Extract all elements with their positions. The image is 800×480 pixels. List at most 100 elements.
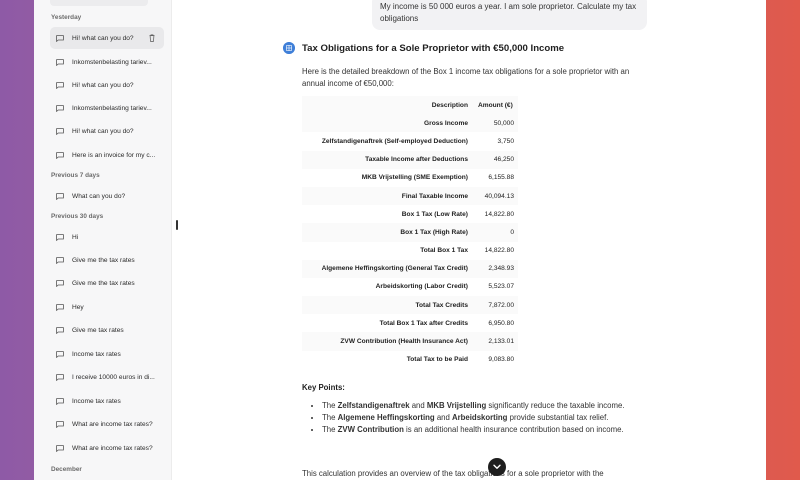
- chat-bubble-icon: [56, 279, 64, 287]
- row-amount: 40,094.13: [484, 192, 514, 200]
- table-row: Algemene Heffingskorting (General Tax Cr…: [302, 259, 518, 278]
- row-amount: 9,083.80: [488, 356, 514, 364]
- table-row: Total Box 1 Tax after Credits 6,950.80: [302, 314, 518, 332]
- sidebar-chat-label: Inkomstenbelasting tariev...: [72, 58, 152, 66]
- row-amount: 14,822.80: [484, 210, 514, 218]
- chat-bubble-icon: [56, 104, 64, 112]
- row-description: Total Box 1 Tax: [420, 247, 468, 255]
- table-row: Final Taxable Income 40,094.13: [302, 186, 518, 206]
- sidebar-chat-item[interactable]: Give me the tax rates: [50, 272, 164, 294]
- table-row: MKB Vrijstelling (SME Exemption) 6,155.88: [302, 169, 518, 187]
- sidebar-chat-label: What can you do?: [72, 192, 126, 200]
- row-description: Box 1 Tax (High Rate): [400, 228, 468, 236]
- chat-bubble-icon: [56, 444, 64, 452]
- sidebar-chat-item[interactable]: Inkomstenbelasting tariev...: [50, 97, 164, 119]
- row-amount: 14,822.80: [484, 247, 514, 255]
- sidebar-chat-label: I receive 10000 euros in di...: [72, 373, 155, 381]
- chat-bubble-icon: [56, 303, 64, 311]
- sidebar-chat-label: Give me the tax rates: [72, 279, 135, 287]
- group-label-previous-30-days: Previous 30 days: [51, 213, 104, 220]
- chat-main: My income is 50 000 euros a year. I am s…: [173, 0, 766, 480]
- scroll-to-bottom-button[interactable]: [488, 458, 506, 476]
- sidebar-chat-label: Hi: [72, 233, 79, 241]
- sidebar-chat-label: Inkomstenbelasting tariev...: [72, 104, 152, 112]
- sidebar-chat-label: Hey: [72, 303, 84, 311]
- chat-bubble-icon: [56, 58, 64, 66]
- table-row: ZVW Contribution (Health Insurance Act) 2…: [302, 332, 518, 351]
- sidebar-chat-item[interactable]: Hi! what can you do?: [50, 27, 164, 49]
- sidebar-chat-label: Give me the tax rates: [72, 256, 135, 264]
- key-points-heading: Key Points:: [302, 383, 345, 392]
- row-description: Zelfstandigenaftrek (Self-employed Deduc…: [321, 137, 468, 145]
- table-row: Total Tax Credits 7,872.00: [302, 296, 518, 315]
- sidebar-chat-item[interactable]: I receive 10000 euros in di...: [50, 366, 164, 388]
- sidebar: Yesterday Hi! what can you do? Inkomsten…: [34, 0, 172, 480]
- response-intro: Here is the detailed breakdown of the Bo…: [302, 67, 630, 88]
- chevron-down-icon: [493, 464, 501, 469]
- list-item: The Algemene Heffingskorting and Arbeids…: [322, 412, 642, 424]
- table-row: Total Tax to be Paid 9,083.80: [302, 351, 518, 369]
- sidebar-chat-label: What are income tax rates?: [72, 444, 153, 452]
- group-label-december: December: [51, 466, 82, 473]
- chat-bubble-icon: [56, 420, 64, 428]
- sidebar-chat-label: Here is an invoice for my c...: [72, 151, 156, 159]
- response-conclusion: This calculation provides an overview of…: [302, 469, 604, 478]
- table-row: Box 1 Tax (High Rate) 0: [302, 223, 518, 242]
- row-amount: 6,950.80: [488, 319, 514, 327]
- app-window: Yesterday Hi! what can you do? Inkomsten…: [34, 0, 766, 480]
- sidebar-chat-item[interactable]: What can you do?: [50, 185, 164, 207]
- sidebar-chat-item[interactable]: Hey: [50, 296, 164, 318]
- row-description: Final Taxable Income: [401, 192, 468, 200]
- chat-bubble-icon: [56, 192, 64, 200]
- table-row: Box 1 Tax (Low Rate) 14,822.80: [302, 205, 518, 223]
- group-label-yesterday: Yesterday: [51, 14, 82, 21]
- chat-bubble-icon: [56, 34, 64, 42]
- list-item: The Zelfstandigenaftrek and MKB Vrijstel…: [322, 400, 642, 412]
- sidebar-chat-label: What are income tax rates?: [72, 420, 153, 428]
- chat-bubble-icon: [56, 233, 64, 241]
- row-description: Taxable Income after Deductions: [365, 156, 468, 164]
- sidebar-chat-item[interactable]: What are income tax rates?: [50, 413, 164, 435]
- row-description: Gross Income: [424, 119, 468, 127]
- sidebar-chat-label: Hi! what can you do?: [72, 81, 134, 89]
- row-description: Algemene Heffingskorting (General Tax Cr…: [321, 265, 468, 273]
- row-amount: 0: [510, 228, 514, 236]
- sidebar-chat-item[interactable]: Give me tax rates: [50, 319, 164, 341]
- row-amount: 7,872.00: [488, 301, 514, 309]
- list-item: The ZVW Contribution is an additional he…: [322, 424, 642, 436]
- user-message-bubble: My income is 50 000 euros a year. I am s…: [372, 0, 647, 30]
- chat-bubble-icon: [56, 151, 64, 159]
- row-amount: 50,000: [493, 119, 514, 127]
- sidebar-chat-item[interactable]: Give me the tax rates: [50, 249, 164, 271]
- chat-bubble-icon: [56, 373, 64, 381]
- sidebar-chat-item[interactable]: Hi! what can you do?: [50, 120, 164, 142]
- trash-icon[interactable]: [149, 34, 155, 42]
- table-row: Zelfstandigenaftrek (Self-employed Deduc…: [302, 132, 518, 150]
- row-description: Total Tax to be Paid: [406, 356, 468, 364]
- sidebar-chat-item[interactable]: What are income tax rates?: [50, 437, 164, 459]
- sidebar-chat-item[interactable]: Income tax rates: [50, 390, 164, 412]
- key-points-list: The Zelfstandigenaftrek and MKB Vrijstel…: [322, 400, 642, 436]
- row-description: ZVW Contribution (Health Insurance Act): [340, 338, 468, 346]
- chat-bubble-icon: [56, 397, 64, 405]
- sidebar-chat-item[interactable]: Here is an invoice for my c...: [50, 144, 164, 166]
- table-header-row: Description Amount (€): [302, 96, 518, 115]
- row-amount: 2,133.01: [488, 338, 514, 346]
- sidebar-chat-item[interactable]: Income tax rates: [50, 343, 164, 365]
- row-description: MKB Vrijstelling (SME Exemption): [361, 174, 468, 182]
- chat-bubble-icon: [56, 350, 64, 358]
- table-row: Total Box 1 Tax 14,822.80: [302, 242, 518, 260]
- column-header-description: Description: [431, 101, 468, 109]
- row-amount: 46,250: [493, 156, 514, 164]
- group-label-previous-7-days: Previous 7 days: [51, 172, 100, 179]
- sidebar-chat-label: Give me tax rates: [72, 326, 124, 334]
- sidebar-search-bar[interactable]: [50, 0, 148, 6]
- sidebar-chat-label: Income tax rates: [72, 397, 121, 405]
- chat-bubble-icon: [56, 256, 64, 264]
- sidebar-chat-item[interactable]: Hi: [50, 226, 164, 248]
- row-amount: 2,348.93: [488, 265, 514, 273]
- sidebar-chat-item[interactable]: Inkomstenbelasting tariev...: [50, 51, 164, 73]
- table-row: Gross Income 50,000: [302, 114, 518, 133]
- sidebar-chat-item[interactable]: Hi! what can you do?: [50, 74, 164, 96]
- row-amount: 5,523.07: [488, 283, 514, 291]
